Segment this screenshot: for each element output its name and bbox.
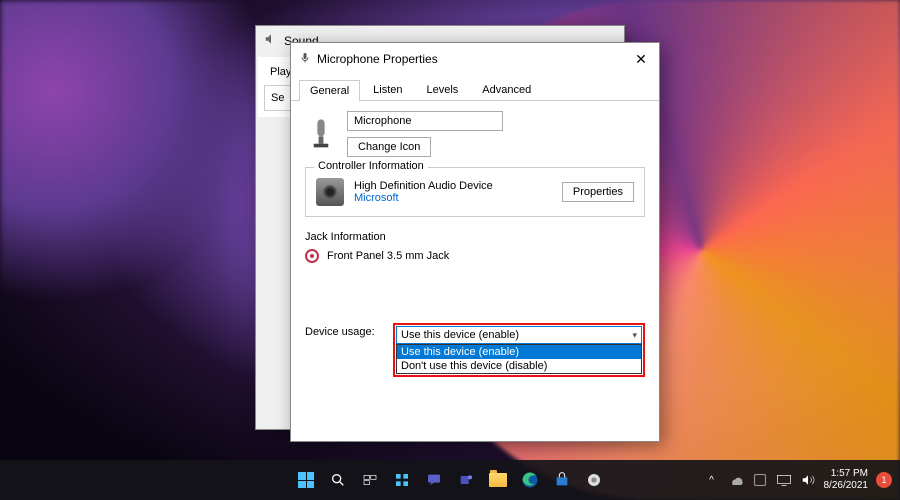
device-usage-highlight: Use this device (enable) ▾ Use this devi… (393, 323, 645, 377)
tray-overflow-icon[interactable]: ^ (704, 472, 720, 488)
network-icon[interactable] (776, 472, 792, 488)
clock-time: 1:57 PM (831, 468, 868, 480)
taskbar-center (292, 466, 608, 494)
chevron-down-icon: ▾ (632, 330, 637, 341)
language-icon[interactable] (752, 472, 768, 488)
close-button[interactable]: ✕ (631, 49, 651, 69)
explorer-button[interactable] (484, 466, 512, 494)
system-tray: ^ 1:57 PM 8/26/2021 1 (704, 468, 900, 492)
device-usage-label: Device usage: (305, 323, 385, 338)
volume-icon[interactable] (800, 472, 816, 488)
tab-general[interactable]: General (299, 80, 360, 101)
microphone-properties-window: Microphone Properties ✕ General Listen L… (290, 42, 660, 442)
controller-legend: Controller Information (314, 160, 428, 172)
clock[interactable]: 1:57 PM 8/26/2021 (824, 468, 869, 492)
search-button[interactable] (324, 466, 352, 494)
option-disable[interactable]: Don't use this device (disable) (397, 359, 641, 373)
controller-icon (316, 178, 344, 206)
mic-icon (299, 51, 311, 68)
tab-bar: General Listen Levels Advanced (291, 75, 659, 101)
start-button[interactable] (292, 466, 320, 494)
dropdown-selected: Use this device (enable) (401, 329, 519, 341)
edge-button[interactable] (516, 466, 544, 494)
jack-indicator-icon (305, 249, 319, 263)
option-enable[interactable]: Use this device (enable) (397, 345, 641, 359)
controller-properties-button[interactable]: Properties (562, 182, 634, 202)
jack-legend: Jack Information (305, 231, 645, 243)
app-button[interactable] (580, 466, 608, 494)
clock-date: 8/26/2021 (824, 480, 869, 492)
speaker-icon (264, 32, 278, 49)
controller-info-group: Controller Information High Definition A… (305, 167, 645, 217)
tab-levels[interactable]: Levels (416, 79, 470, 100)
jack-label: Front Panel 3.5 mm Jack (327, 250, 449, 262)
notification-badge[interactable]: 1 (876, 472, 892, 488)
store-button[interactable] (548, 466, 576, 494)
controller-vendor-link[interactable]: Microsoft (354, 192, 552, 204)
task-view-button[interactable] (356, 466, 384, 494)
tab-listen[interactable]: Listen (362, 79, 413, 100)
controller-device: High Definition Audio Device (354, 180, 552, 192)
taskbar: ^ 1:57 PM 8/26/2021 1 (0, 460, 900, 500)
device-usage-options: Use this device (enable) Don't use this … (396, 344, 642, 374)
onedrive-icon[interactable] (728, 472, 744, 488)
tab-advanced[interactable]: Advanced (471, 79, 542, 100)
window-title: Microphone Properties (317, 52, 438, 66)
widgets-button[interactable] (388, 466, 416, 494)
device-usage-dropdown[interactable]: Use this device (enable) ▾ (396, 326, 642, 344)
sound-tab-se: Se (271, 92, 284, 104)
chat-button[interactable] (420, 466, 448, 494)
device-icon (305, 116, 337, 152)
change-icon-button[interactable]: Change Icon (347, 137, 431, 157)
device-name-input[interactable] (347, 111, 503, 131)
teams-button[interactable] (452, 466, 480, 494)
